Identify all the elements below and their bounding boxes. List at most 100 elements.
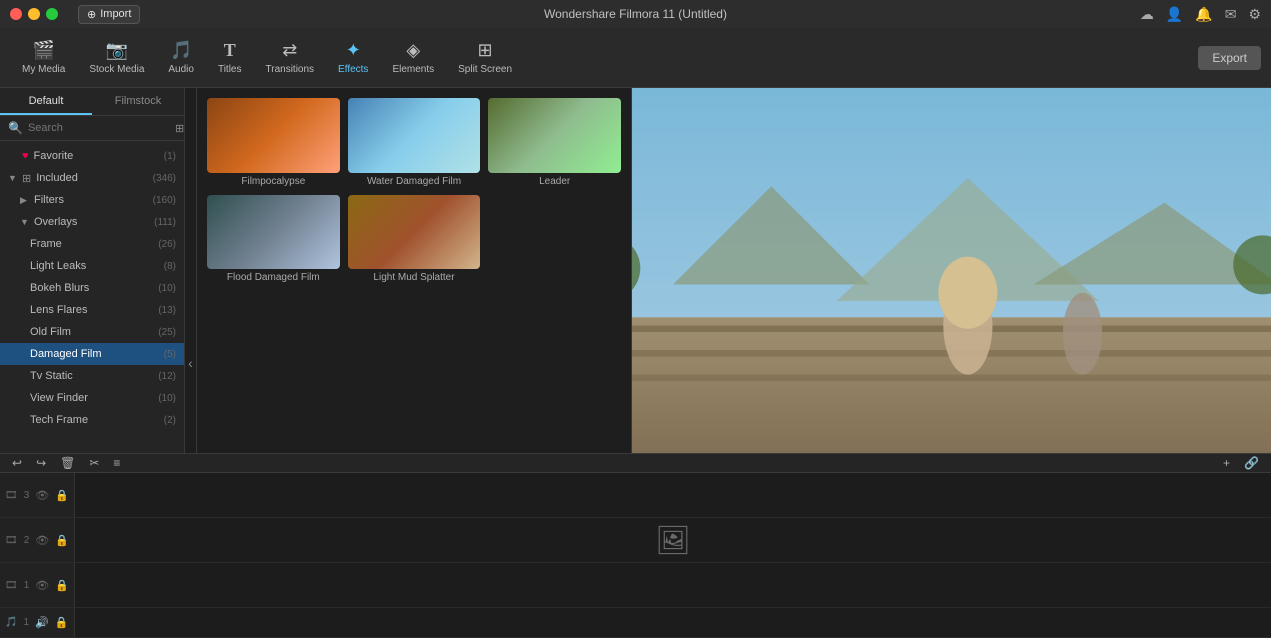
delete-button[interactable]: 🗑 xyxy=(56,454,79,472)
close-button[interactable] xyxy=(10,8,22,20)
add-track-button[interactable]: + xyxy=(1219,454,1234,472)
toolbar-split-screen[interactable]: ⊞ Split Screen xyxy=(446,36,524,79)
titles-icon: T xyxy=(224,40,236,61)
drop-icon: 🖼 xyxy=(655,524,691,557)
toolbar-my-media[interactable]: 🎬 My Media xyxy=(10,36,77,79)
tree-item-view-finder[interactable]: View Finder (10) xyxy=(0,387,184,409)
mail-icon[interactable]: ✉ xyxy=(1225,6,1237,23)
effects-label: Effects xyxy=(338,64,368,75)
maximize-button[interactable] xyxy=(46,8,58,20)
tree-item-tv-static[interactable]: Tv Static (12) xyxy=(0,365,184,387)
search-input[interactable] xyxy=(28,122,170,134)
title-bar-right: ☁ 👤 🔔 ✉ ⚙ xyxy=(1140,6,1261,23)
tree-item-light-leaks[interactable]: Light Leaks (8) xyxy=(0,255,184,277)
track-content-3 xyxy=(75,473,1271,517)
more-button[interactable]: ≡ xyxy=(109,454,124,472)
tree-item-old-film[interactable]: Old Film (25) xyxy=(0,321,184,343)
notification-icon[interactable]: 🔔 xyxy=(1195,6,1212,23)
timeline-area: ↩ ↪ 🗑 ✂ ≡ + 🔗 🎞 3 👁 🔒 🎞 2 👁 🔒 xyxy=(0,453,1271,638)
tree-item-damaged-film[interactable]: Damaged Film (5) xyxy=(0,343,184,365)
account-icon[interactable]: 👤 xyxy=(1166,6,1183,23)
audio-icon: 🎵 xyxy=(170,40,192,61)
included-icon: ⊞ xyxy=(22,172,31,185)
audio-label: Audio xyxy=(168,64,194,75)
timeline-tracks: 🎞 3 👁 🔒 🎞 2 👁 🔒 🖼 xyxy=(0,473,1271,638)
media-label-filmpocalypse: Filmpocalypse xyxy=(207,176,340,187)
export-button[interactable]: Export xyxy=(1198,46,1261,70)
tree-item-included[interactable]: ▼ ⊞ Included (346) xyxy=(0,167,184,189)
effects-icon: ✦ xyxy=(346,40,361,61)
title-bar: ⊕ Import Wondershare Filmora 11 (Untitle… xyxy=(0,0,1271,28)
track-controls-3: 🎞 3 👁 🔒 xyxy=(0,473,75,517)
tree-item-tech-frame[interactable]: Tech Frame (2) xyxy=(0,409,184,431)
track-controls-2: 🎞 2 👁 🔒 xyxy=(0,518,75,562)
search-icon: 🔍 xyxy=(8,121,23,135)
track-content-1-audio xyxy=(75,608,1271,637)
split-screen-icon: ⊞ xyxy=(478,40,493,61)
tab-filmstock[interactable]: Filmstock xyxy=(92,88,184,115)
track-content-2: 🖼 xyxy=(75,518,1271,562)
thumb-filmpocalypse xyxy=(207,98,340,173)
thumb-light-mud xyxy=(348,195,481,270)
thumb-leader xyxy=(488,98,621,173)
toolbar-titles[interactable]: T Titles xyxy=(206,36,254,79)
stock-media-icon: 📷 xyxy=(106,40,128,61)
chevron-down-2-icon: ▼ xyxy=(20,217,30,227)
toolbar-stock-media[interactable]: 📷 Stock Media xyxy=(77,36,156,79)
undo-button[interactable]: ↩ xyxy=(8,454,26,472)
settings-icon[interactable]: ⚙ xyxy=(1248,6,1261,23)
track-1a-speaker[interactable]: 🔊 xyxy=(35,616,49,629)
tree-item-filters[interactable]: ▶ Filters (160) xyxy=(0,189,184,211)
media-item-light-mud[interactable]: Light Mud Splatter xyxy=(348,195,481,284)
media-item-flood-damaged[interactable]: Flood Damaged Film xyxy=(207,195,340,284)
toolbar-elements[interactable]: ◈ Elements xyxy=(380,36,446,79)
traffic-lights xyxy=(10,8,58,20)
cloud-icon[interactable]: ☁ xyxy=(1140,6,1154,23)
minimize-button[interactable] xyxy=(28,8,40,20)
media-item-water-damaged[interactable]: Water Damaged Film xyxy=(348,98,481,187)
track-1a-lock[interactable]: 🔒 xyxy=(55,616,69,629)
elements-icon: ◈ xyxy=(406,40,420,61)
track-1v-eye[interactable]: 👁 xyxy=(35,579,49,592)
tab-default[interactable]: Default xyxy=(0,88,92,115)
media-item-filmpocalypse[interactable]: Filmpocalypse xyxy=(207,98,340,187)
media-label-light-mud: Light Mud Splatter xyxy=(348,272,481,283)
titles-label: Titles xyxy=(218,64,242,75)
redo-button[interactable]: ↪ xyxy=(32,454,50,472)
chevron-down-icon: ▼ xyxy=(8,173,18,183)
timeline-toolbar: ↩ ↪ 🗑 ✂ ≡ + 🔗 xyxy=(0,454,1271,473)
thumb-flood-damaged xyxy=(207,195,340,270)
track-content-1-video xyxy=(75,563,1271,607)
track-2-lock[interactable]: 🔒 xyxy=(55,534,69,547)
import-button[interactable]: ⊕ Import xyxy=(78,5,140,24)
transitions-icon: ⇄ xyxy=(282,40,297,61)
toolbar-effects[interactable]: ✦ Effects xyxy=(326,36,380,79)
track-row-2: 🎞 2 👁 🔒 🖼 xyxy=(0,518,1271,563)
media-label-flood-damaged: Flood Damaged Film xyxy=(207,272,340,283)
track-controls-1-video: 🎞 1 👁 🔒 xyxy=(0,563,75,607)
transitions-label: Transitions xyxy=(266,64,315,75)
tree-item-bokeh-blurs[interactable]: Bokeh Blurs (10) xyxy=(0,277,184,299)
track-2-eye[interactable]: 👁 xyxy=(35,534,49,547)
tree-item-overlays[interactable]: ▼ Overlays (111) xyxy=(0,211,184,233)
grid-view-icon[interactable]: ⊞ xyxy=(175,122,184,135)
track-3-lock[interactable]: 🔒 xyxy=(55,489,69,502)
chevron-right-icon: ▶ xyxy=(20,195,30,206)
tree-item-favorite[interactable]: ♥ Favorite (1) xyxy=(0,145,184,167)
toolbar-transitions[interactable]: ⇄ Transitions xyxy=(254,36,327,79)
tree-item-lens-flares[interactable]: Lens Flares (13) xyxy=(0,299,184,321)
split-button[interactable]: ✂ xyxy=(85,454,103,472)
my-media-label: My Media xyxy=(22,64,65,75)
my-media-icon: 🎬 xyxy=(32,40,54,61)
link-button[interactable]: 🔗 xyxy=(1240,454,1263,472)
track-3-eye[interactable]: 👁 xyxy=(35,489,49,502)
tree-item-frame[interactable]: Frame (26) xyxy=(0,233,184,255)
toolbar-audio[interactable]: 🎵 Audio xyxy=(156,36,206,79)
favorite-heart-icon: ♥ xyxy=(22,150,29,162)
drop-zone: 🖼 xyxy=(655,524,691,557)
track-row-3: 🎞 3 👁 🔒 xyxy=(0,473,1271,518)
track-1v-lock[interactable]: 🔒 xyxy=(55,579,69,592)
media-item-leader[interactable]: Leader xyxy=(488,98,621,187)
search-bar: 🔍 ⊞ xyxy=(0,116,184,141)
track-row-1-audio: 🎵 1 🔊 🔒 xyxy=(0,608,1271,638)
